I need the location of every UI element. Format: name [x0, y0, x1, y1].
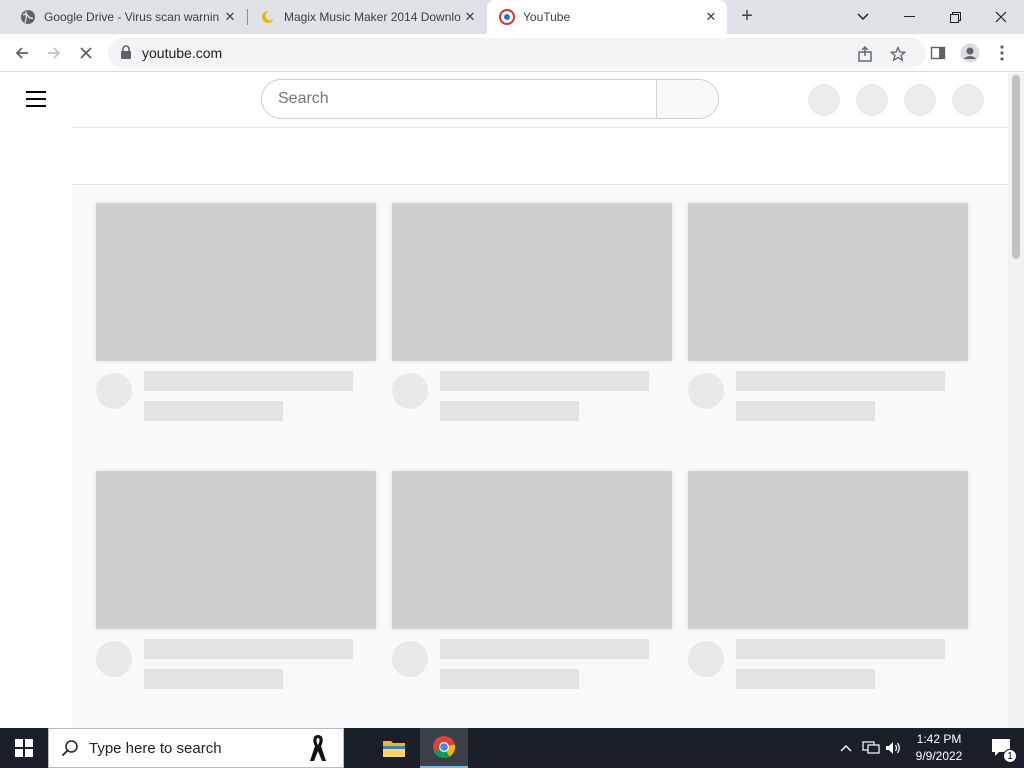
meta-placeholder: [440, 669, 579, 689]
scrollbar-thumb[interactable]: [1012, 75, 1020, 259]
tab-search-chevron-icon[interactable]: [840, 0, 886, 34]
title-placeholder: [440, 371, 649, 391]
windows-start-icon[interactable]: [0, 728, 48, 768]
tab-youtube[interactable]: YouTube ✕: [487, 0, 727, 34]
close-tab-icon[interactable]: ✕: [462, 9, 478, 25]
browser-toolbar: youtube.com: [0, 34, 1024, 72]
close-tab-icon[interactable]: ✕: [222, 9, 238, 25]
awareness-ribbon-icon[interactable]: [307, 733, 329, 763]
avatar-placeholder: [96, 641, 132, 677]
bookmark-star-icon[interactable]: [889, 45, 907, 63]
minimize-icon[interactable]: [886, 0, 932, 34]
thumbnail-placeholder: [96, 471, 376, 629]
avatar-placeholder: [392, 641, 428, 677]
youtube-page: [0, 73, 1008, 728]
taskbar-search-box[interactable]: Type here to search: [48, 728, 344, 768]
chips-bar-placeholder: [72, 127, 1008, 185]
new-tab-plus-icon[interactable]: +: [736, 6, 758, 28]
header-icon-placeholder: [904, 84, 936, 116]
network-icon[interactable]: [860, 728, 882, 768]
url-text: youtube.com: [142, 45, 223, 61]
profile-avatar-icon[interactable]: [958, 41, 982, 65]
tab-title: YouTube: [523, 10, 571, 24]
title-placeholder: [440, 639, 649, 659]
share-icon[interactable]: [856, 45, 874, 63]
tab-strip: Google Drive - Virus scan warnin ✕ Magix…: [0, 0, 1024, 34]
globe-icon: [20, 9, 36, 25]
clock-date: 9/9/2022: [915, 749, 963, 763]
title-placeholder: [736, 371, 945, 391]
video-feed: [72, 185, 1008, 728]
windows-taskbar: Type here to search 1:42 PM 9/9/2022 1: [0, 728, 1024, 768]
meta-placeholder: [736, 669, 875, 689]
avatar-placeholder: [688, 373, 724, 409]
thumbnail-placeholder: [392, 203, 672, 361]
youtube-favicon-icon: [499, 9, 515, 25]
taskbar-clock[interactable]: 1:42 PM 9/9/2022: [900, 731, 978, 765]
avatar-placeholder: [392, 373, 428, 409]
title-placeholder: [144, 639, 353, 659]
tab-title: Magix Music Maker 2014 Downlo: [284, 10, 461, 24]
page-scrollbar[interactable]: [1008, 73, 1024, 728]
header-icon-placeholder: [952, 84, 984, 116]
stop-loading-icon[interactable]: [74, 41, 98, 65]
meta-placeholder: [736, 401, 875, 421]
hamburger-menu-icon[interactable]: [26, 91, 46, 107]
thumbnail-placeholder: [688, 203, 968, 361]
meta-placeholder: [440, 401, 579, 421]
meta-placeholder: [144, 669, 283, 689]
tab-magix[interactable]: Magix Music Maker 2014 Downlo ✕: [248, 0, 486, 34]
clock-time: 1:42 PM: [916, 732, 962, 746]
meta-placeholder: [144, 401, 283, 421]
address-bar[interactable]: youtube.com: [108, 38, 926, 68]
moon-favicon-icon: [260, 9, 276, 25]
show-hidden-icons-chevron-icon[interactable]: [836, 728, 856, 768]
side-panel-icon[interactable]: [926, 41, 950, 65]
restore-icon[interactable]: [932, 0, 978, 34]
youtube-header: [0, 73, 1008, 127]
close-tab-icon[interactable]: ✕: [703, 9, 719, 25]
tab-title: Google Drive - Virus scan warnin: [44, 10, 220, 24]
back-icon[interactable]: [10, 41, 34, 65]
thumbnail-placeholder: [688, 471, 968, 629]
action-center-icon[interactable]: 1: [980, 728, 1024, 768]
header-icon-placeholder: [856, 84, 888, 116]
file-explorer-icon[interactable]: [370, 728, 418, 768]
title-placeholder: [736, 639, 945, 659]
header-icon-placeholder: [808, 84, 840, 116]
avatar-placeholder: [688, 641, 724, 677]
menu-kebab-icon[interactable]: [990, 41, 1014, 65]
search-icon: [61, 739, 79, 757]
tab-google-drive[interactable]: Google Drive - Virus scan warnin ✕: [0, 0, 246, 34]
avatar-placeholder: [96, 373, 132, 409]
chrome-taskbar-icon[interactable]: [420, 728, 468, 768]
lock-icon[interactable]: [120, 45, 132, 59]
search-input[interactable]: [262, 80, 656, 118]
thumbnail-placeholder: [392, 471, 672, 629]
search-button[interactable]: [656, 80, 718, 118]
taskbar-search-placeholder: Type here to search: [89, 739, 222, 757]
close-window-icon[interactable]: [978, 0, 1024, 34]
title-placeholder: [144, 371, 353, 391]
search-box: [261, 79, 719, 119]
notification-count-badge: 1: [1003, 749, 1017, 763]
forward-icon[interactable]: [42, 41, 66, 65]
thumbnail-placeholder: [96, 203, 376, 361]
